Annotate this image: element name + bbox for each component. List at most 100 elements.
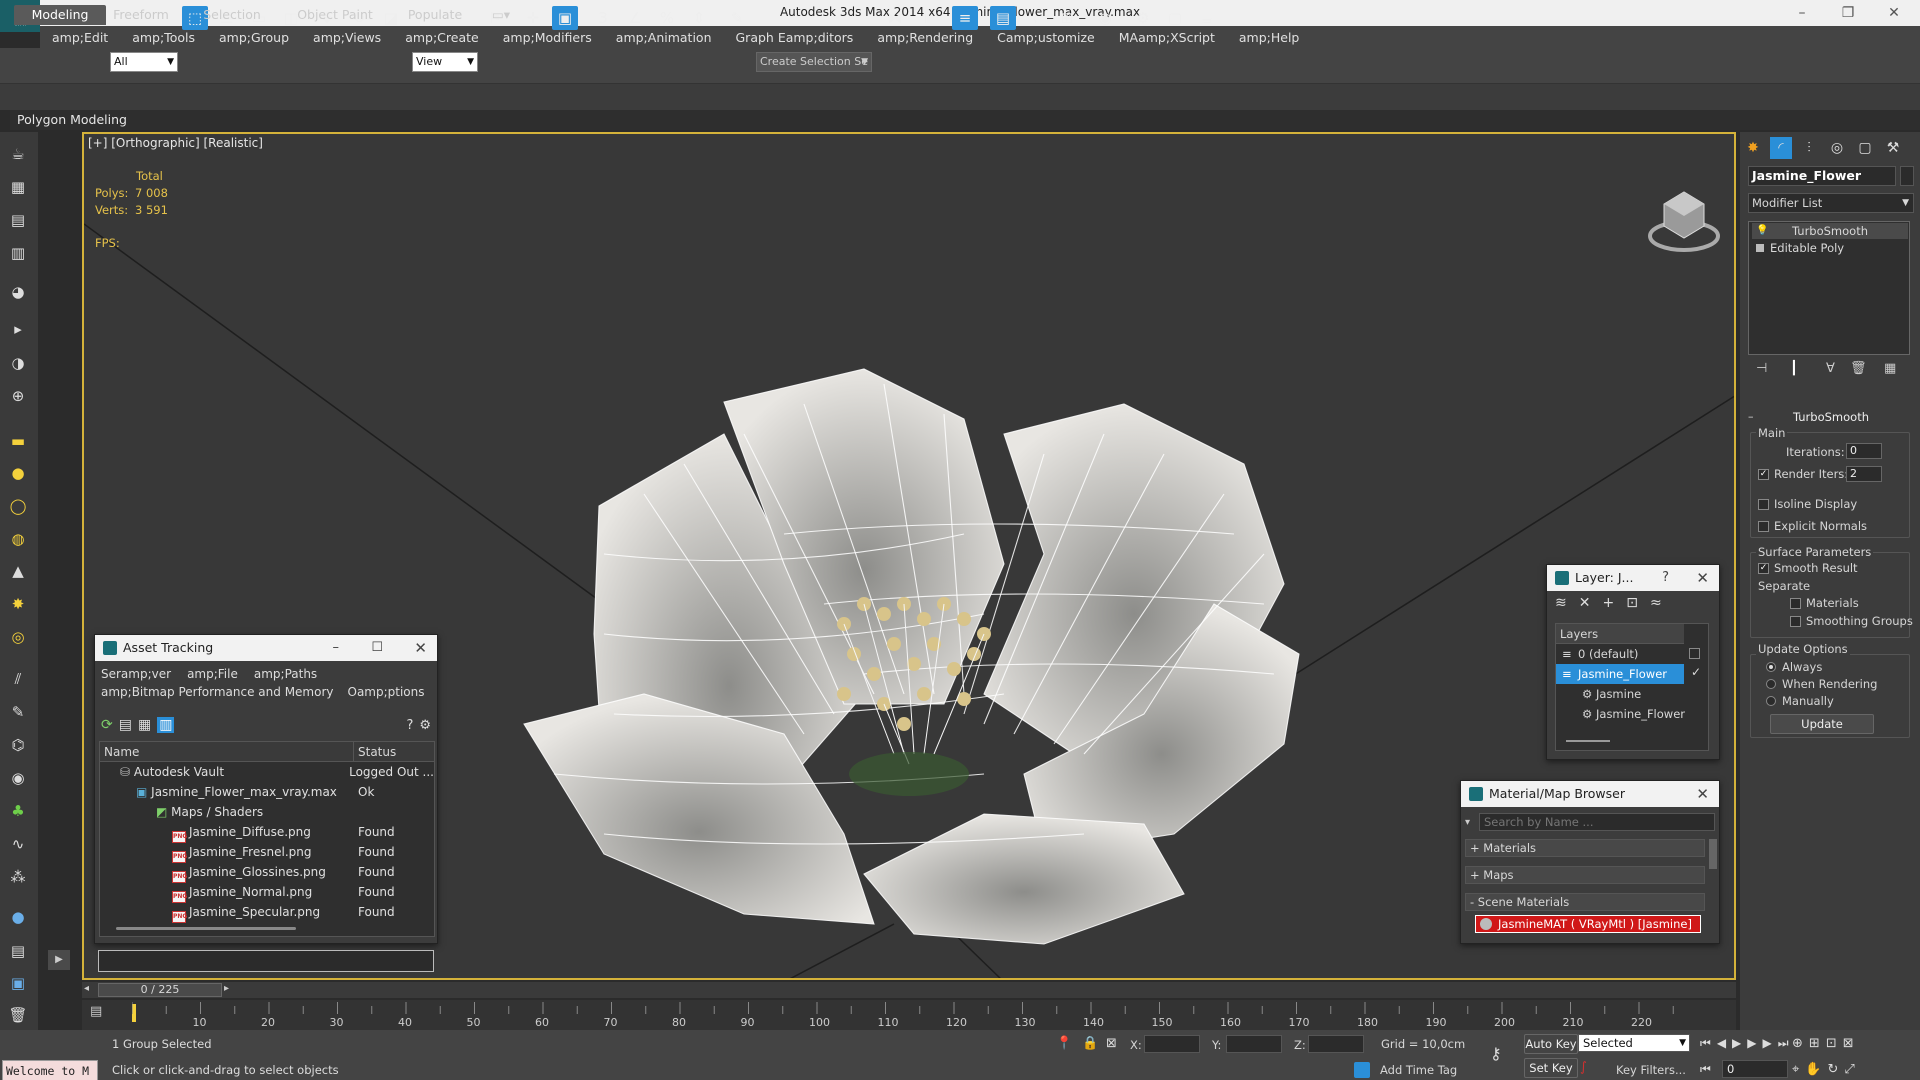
pan-icon[interactable]: ✋ [1805,1062,1827,1077]
key-icon[interactable]: ⚷ [1490,1044,1502,1063]
circle-icon[interactable]: ◯ [7,495,29,517]
sphere-blue-icon[interactable]: ● [7,906,29,928]
layer-dialog-titlebar[interactable]: Layer: J... ? ✕ [1547,565,1719,591]
update-button[interactable]: Update [1770,714,1874,734]
maximize-icon[interactable]: ☐ [371,635,383,661]
snaps-toggle-icon[interactable]: 3 [590,6,616,30]
auto-key-button[interactable]: Auto Key [1524,1034,1578,1054]
table-row[interactable]: PNG Jasmine_Specular.png Found [100,902,434,923]
stairs-icon[interactable]: ⫽ [7,668,29,690]
scale-icon[interactable]: ◪ [378,6,404,30]
menu-rendering[interactable]: amp;Rendering [865,30,985,45]
tab-object-paint[interactable]: Object Paint [294,5,376,25]
tab-modeling[interactable]: Modeling [14,5,106,25]
add-time-tag[interactable]: Add Time Tag [1380,1063,1457,1077]
menu-options[interactable]: Oamp;ptions [348,685,425,699]
rendered-frame-window-icon[interactable]: ▢ [1162,6,1188,30]
spinner-snap-icon[interactable]: ⇕ [686,6,712,30]
layers-header[interactable]: Layers [1556,624,1684,644]
align-icon[interactable]: ⫴ [914,6,940,30]
mirror-icon[interactable]: ⧓ [882,6,908,30]
group-icon[interactable]: ⊕ [7,385,29,407]
table-row[interactable]: PNG Jasmine_Glossines.png Found [100,862,434,883]
radio-always[interactable] [1766,662,1776,672]
layer-manager-icon[interactable]: ≡ [952,6,978,30]
table-view-icon[interactable]: ▥ [157,717,175,733]
detail-view-icon[interactable]: ▦ [138,717,151,733]
search-options-icon[interactable]: ▾ [1465,817,1479,828]
helper-icon[interactable]: ⌬ [7,734,29,756]
menu-file[interactable]: amp;File [187,667,238,681]
tab-freeform[interactable]: Freeform [108,5,174,25]
zoom-icon[interactable]: ⊕ [1792,1036,1809,1051]
asset-tracking-titlebar[interactable]: Asset Tracking – ☐ ✕ [95,635,437,661]
horizontal-scrollbar[interactable] [116,927,296,930]
light-bulb-icon[interactable]: 💡 [1756,223,1768,239]
sun-icon[interactable]: ✸ [7,593,29,615]
help-icon[interactable]: ? [406,718,413,733]
render-iters-checkbox[interactable]: ✓ [1758,469,1769,480]
show-end-result-icon[interactable]: ┃ [1790,361,1798,376]
help-icon[interactable]: ? [1662,565,1669,591]
material-editor-icon[interactable]: ◉ [1092,6,1118,30]
cone-icon[interactable]: ▲ [7,560,29,582]
table-row[interactable]: ⛁ Autodesk Vault Logged Out ... [100,762,434,782]
scene-material-item[interactable]: JasmineMAT ( VRayMtl ) [Jasmine] [1475,915,1701,933]
next-frame-icon[interactable]: ▶▶ [1747,1036,1777,1050]
z-coordinate-field[interactable] [1308,1035,1364,1053]
hierarchy-tab-icon[interactable]: ⫶ [1798,137,1820,159]
sphere-icon[interactable]: ● [7,462,29,484]
selection-lock-icon[interactable]: 🔒 [1082,1036,1098,1051]
keyboard-shortcut-override-icon[interactable]: ▣ [552,6,578,30]
menu-server[interactable]: Seramp;ver [101,667,171,681]
object-item-jasmine[interactable]: ⚙ Jasmine [1556,684,1708,704]
minimize-button[interactable]: – [1782,2,1822,24]
graphite-tools-icon[interactable]: ▤ [990,6,1016,30]
close-icon[interactable]: ✕ [414,635,427,661]
layer-item-default[interactable]: ≡ 0 (default) [1556,644,1708,664]
vertical-scrollbar[interactable] [1709,839,1717,869]
delete-layer-icon[interactable]: ✕ [1579,595,1591,611]
object-color-swatch[interactable] [1900,166,1914,186]
angle-snap-icon[interactable]: ∠ [622,6,648,30]
material-browser-titlebar[interactable]: Material/Map Browser ✕ [1461,781,1719,807]
torus-icon[interactable]: ◎ [7,626,29,648]
menu-modifiers[interactable]: amp;Modifiers [491,30,604,45]
menu-views[interactable]: amp;Views [301,30,393,45]
key-filters-button[interactable]: Key Filters... [1616,1063,1686,1077]
modify-tab-icon[interactable]: ◜ [1770,137,1792,159]
active-layer-checkbox[interactable] [1689,648,1700,659]
settings-icon[interactable]: ⚙ [419,718,431,733]
paint-icon[interactable]: ◕ [7,281,29,303]
polygon-modeling-label[interactable]: Polygon Modeling [17,112,127,127]
display-tab-icon[interactable]: ▢ [1854,137,1876,159]
modifier-list-dropdown[interactable]: Modifier List ▼ [1748,193,1914,213]
menu-paths[interactable]: amp;Paths [254,667,317,681]
motion-tab-icon[interactable]: ◎ [1826,137,1848,159]
ribbon-options-icon[interactable]: ▭▾ [488,5,514,25]
edit-named-selection-icon[interactable]: ✎ [724,6,750,30]
utilities-tab-icon[interactable]: ⚒ [1882,137,1904,159]
menu-help[interactable]: amp;Help [1227,30,1311,45]
object-name-field[interactable]: Jasmine_Flower [1748,166,1896,186]
key-mode-dropdown[interactable]: Selected ▼ [1578,1034,1690,1052]
expand-icon[interactable] [1756,244,1764,252]
time-slider-thumb[interactable]: 0 / 225 [98,983,222,997]
menu-graph-editors[interactable]: Graph Eamp;ditors [724,30,866,45]
particle-icon[interactable]: ⁂ [7,866,29,888]
named-selection-dropdown[interactable]: Create Selection Se ▼ [756,52,872,72]
highlight-layer-icon[interactable]: ≈ [1650,595,1662,611]
key-mode-toggle-icon[interactable]: ⏮ [1700,1062,1711,1077]
table-row[interactable]: PNG Jasmine_Normal.png Found [100,882,434,903]
next-frame-arrow-icon[interactable]: ▸ [224,983,236,997]
headphone-icon[interactable]: ◑ [7,352,29,374]
add-layer-icon[interactable]: + [1602,595,1614,611]
layers-icon[interactable]: ≋ [1555,595,1567,611]
time-tag-icon[interactable] [1354,1062,1370,1078]
refresh-icon[interactable]: ⟳ [101,717,113,733]
play-icon[interactable]: ▶ [1732,1036,1747,1050]
prev-frame-arrow-icon[interactable]: ◂ [84,983,96,997]
menu-create[interactable]: amp;Create [393,30,491,45]
table-row[interactable]: ▣ Jasmine_Flower_max_vray.max Ok [100,782,434,802]
restore-button[interactable]: ❐ [1828,2,1868,24]
